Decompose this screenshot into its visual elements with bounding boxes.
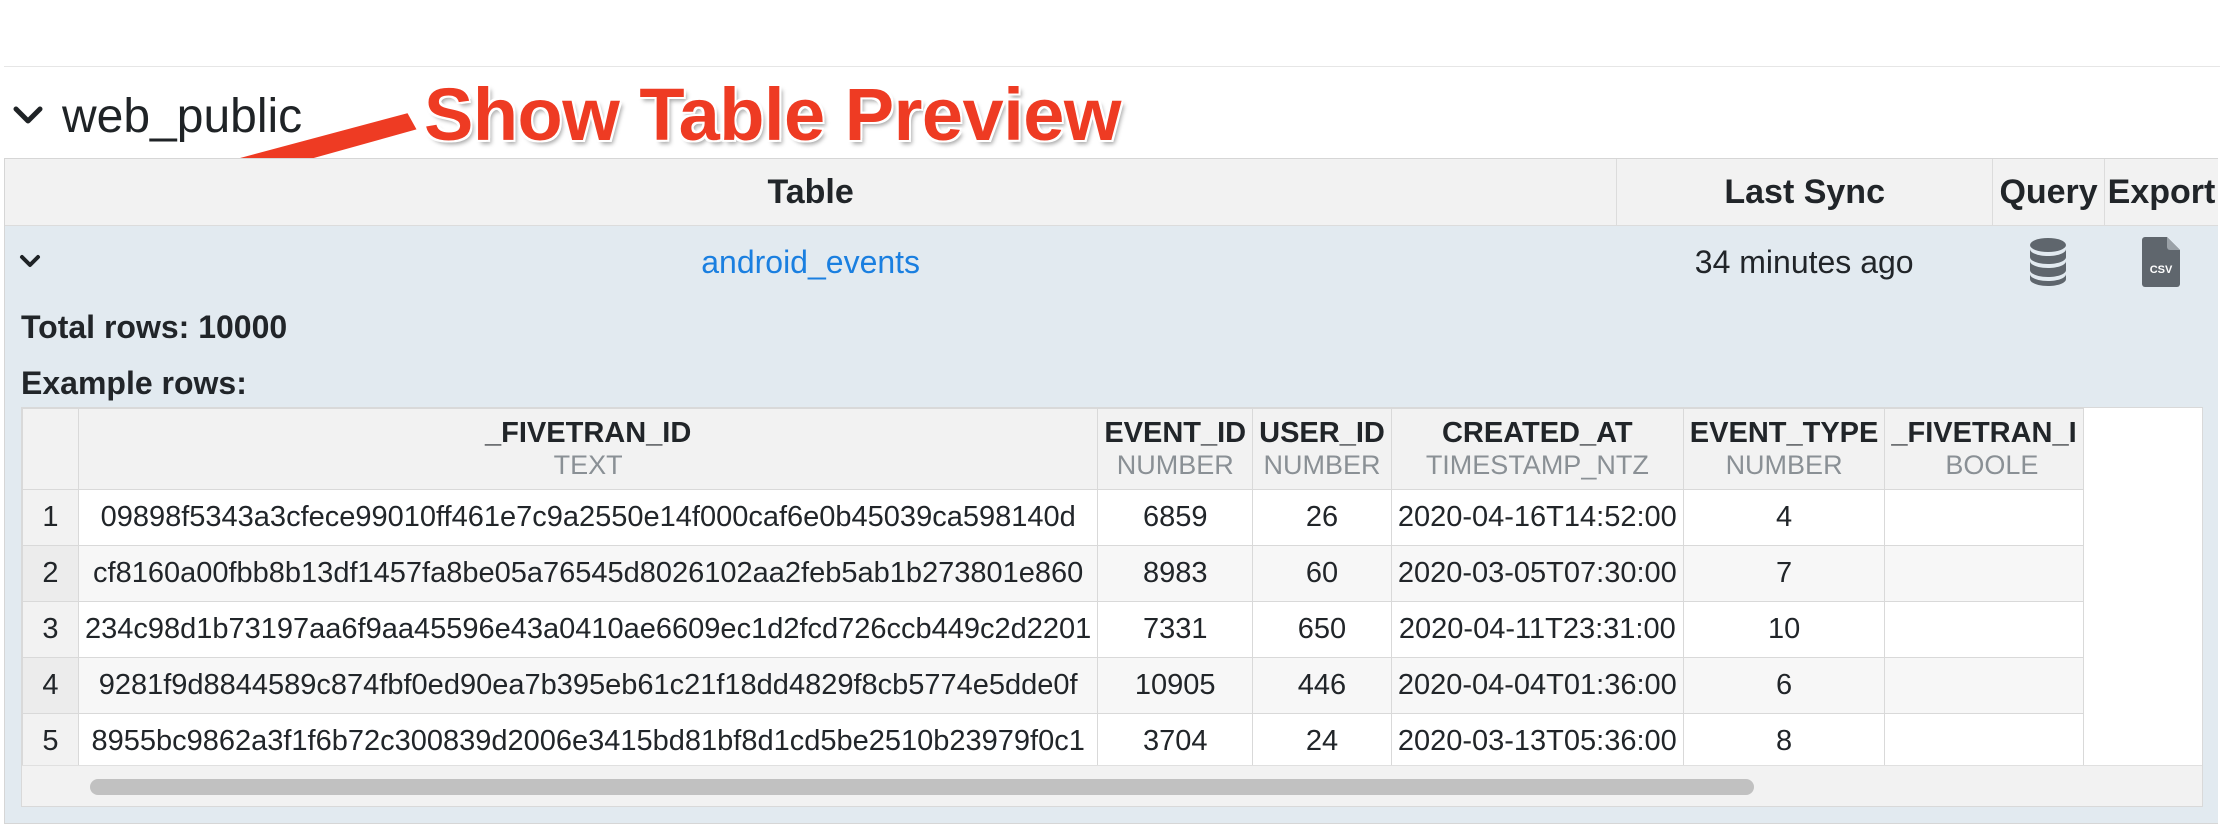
index-header (22, 408, 79, 490)
table-cell: 10905 (1097, 657, 1254, 714)
scrollbar-thumb[interactable] (90, 779, 1754, 795)
table-cell: 2020-03-05T07:30:00 (1390, 545, 1684, 602)
table-row: android_events 34 minutes ago CSV (5, 226, 2218, 298)
table-cell (1884, 545, 2084, 602)
table-cell: 4 (1682, 489, 1886, 546)
table-cell: 650 (1252, 601, 1392, 658)
table-cell: 10 (1682, 601, 1886, 658)
column-header: _FIVETRAN_ID TEXT (77, 408, 1099, 490)
top-divider (4, 66, 2220, 67)
table-row: 1 09898f5343a3cfece99010ff461e7c9a2550e1… (22, 489, 2084, 546)
table-name-link[interactable]: android_events (701, 244, 920, 281)
row-index: 2 (22, 545, 79, 602)
table-cell: 7331 (1097, 601, 1254, 658)
table-cell: 7 (1682, 545, 1886, 602)
table-cell: 8955bc9862a3f1f6b72c300839d2006e3415bd81… (77, 713, 1099, 770)
table-cell: 234c98d1b73197aa6f9aa45596e43a0410ae6609… (77, 601, 1099, 658)
table-cell: 3704 (1097, 713, 1254, 770)
table-cell: 6859 (1097, 489, 1254, 546)
column-header: EVENT_ID NUMBER (1097, 408, 1254, 490)
tables-list: Table Last Sync Query Export android_eve… (4, 158, 2218, 824)
schema-header[interactable]: web_public (10, 80, 302, 152)
table-cell: 8 (1682, 713, 1886, 770)
svg-text:CSV: CSV (2150, 264, 2173, 276)
table-cell: 2020-04-16T14:52:00 (1390, 489, 1684, 546)
chevron-down-icon[interactable] (10, 98, 46, 134)
column-header: EVENT_TYPE NUMBER (1682, 408, 1886, 490)
total-rows-label: Total rows: 10000 (21, 309, 288, 345)
table-row: 3 234c98d1b73197aa6f9aa45596e43a0410ae66… (22, 601, 2084, 658)
table-cell: 24 (1252, 713, 1392, 770)
table-cell: 26 (1252, 489, 1392, 546)
table-cell (1884, 713, 2084, 770)
column-header: CREATED_AT TIMESTAMP_NTZ (1390, 408, 1684, 490)
header-last-sync: Last Sync (1616, 159, 1992, 225)
preview-table-container[interactable]: _FIVETRAN_ID TEXT EVENT_ID NUMBER USER_ID N… (21, 407, 2203, 807)
row-index: 5 (22, 713, 79, 770)
table-cell: 6 (1682, 657, 1886, 714)
row-index: 3 (22, 601, 79, 658)
table-cell: 60 (1252, 545, 1392, 602)
preview-header-row: _FIVETRAN_ID TEXT EVENT_ID NUMBER USER_ID N… (22, 408, 2084, 490)
example-rows-label: Example rows: (21, 365, 247, 401)
preview-table: _FIVETRAN_ID TEXT EVENT_ID NUMBER USER_ID N… (22, 408, 2084, 770)
table-row: 5 8955bc9862a3f1f6b72c300839d2006e3415bd… (22, 713, 2084, 770)
table-cell: 2020-03-13T05:36:00 (1390, 713, 1684, 770)
last-sync-value: 34 minutes ago (1694, 243, 1914, 280)
table-cell (1884, 489, 2084, 546)
table-cell: 446 (1252, 657, 1392, 714)
table-row: 2 cf8160a00fbb8b13df1457fa8be05a76545d80… (22, 545, 2084, 602)
table-cell (1884, 657, 2084, 714)
header-table: Table (767, 172, 854, 211)
column-header: USER_ID NUMBER (1252, 408, 1392, 490)
header-query: Query (1992, 159, 2104, 225)
table-cell: cf8160a00fbb8b13df1457fa8be05a76545d8026… (77, 545, 1099, 602)
header-export: Export (2104, 159, 2218, 225)
table-cell (1884, 601, 2084, 658)
table-cell: 2020-04-04T01:36:00 (1390, 657, 1684, 714)
tables-header: Table Last Sync Query Export (5, 159, 2218, 226)
table-cell: 9281f9d8844589c874fbf0ed90ea7b395eb61c21… (77, 657, 1099, 714)
table-cell: 8983 (1097, 545, 1254, 602)
row-index: 4 (22, 657, 79, 714)
csv-file-icon[interactable]: CSV (2142, 237, 2181, 287)
table-cell: 2020-04-11T23:31:00 (1390, 601, 1684, 658)
annotation-label: Show Table Preview (424, 73, 1121, 156)
database-icon[interactable] (2028, 237, 2068, 287)
row-index: 1 (22, 489, 79, 546)
chevron-down-icon[interactable] (15, 246, 45, 276)
table-row: 4 9281f9d8844589c874fbf0ed90ea7b395eb61c… (22, 657, 2084, 714)
column-header: _FIVETRAN_I BOOLE (1884, 408, 2084, 490)
table-cell: 09898f5343a3cfece99010ff461e7c9a2550e14f… (77, 489, 1099, 546)
horizontal-scrollbar[interactable] (22, 765, 2202, 806)
schema-title: web_public (62, 89, 303, 143)
